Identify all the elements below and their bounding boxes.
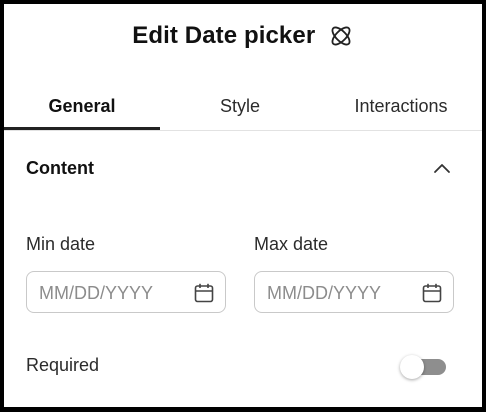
required-toggle[interactable] [400, 353, 448, 379]
chevron-up-icon[interactable] [432, 158, 452, 178]
max-date-placeholder: MM/DD/YYYY [267, 283, 382, 303]
max-date-label: Max date [254, 234, 329, 254]
atom-icon [328, 23, 354, 49]
min-date-label: Min date [26, 234, 96, 254]
max-date-input[interactable]: MM/DD/YYYY [254, 271, 454, 313]
panel-title: Edit Date picker [132, 22, 316, 49]
panel-header: Edit Date picker [4, 22, 482, 58]
tab-interactions[interactable]: Interactions [320, 88, 482, 130]
tab-style[interactable]: Style [160, 88, 320, 130]
content-section-title: Content [26, 158, 94, 178]
calendar-icon[interactable] [421, 282, 443, 304]
tab-bar: General Style Interactions [4, 88, 482, 131]
calendar-icon[interactable] [193, 282, 215, 304]
edit-date-picker-panel: Edit Date picker General Style Interacti… [0, 0, 486, 412]
min-date-input[interactable]: MM/DD/YYYY [26, 271, 226, 313]
required-label: Required [26, 355, 100, 375]
active-tab-indicator [4, 127, 160, 130]
toggle-knob [400, 355, 424, 379]
min-date-placeholder: MM/DD/YYYY [39, 283, 154, 303]
tab-general[interactable]: General [4, 88, 160, 130]
